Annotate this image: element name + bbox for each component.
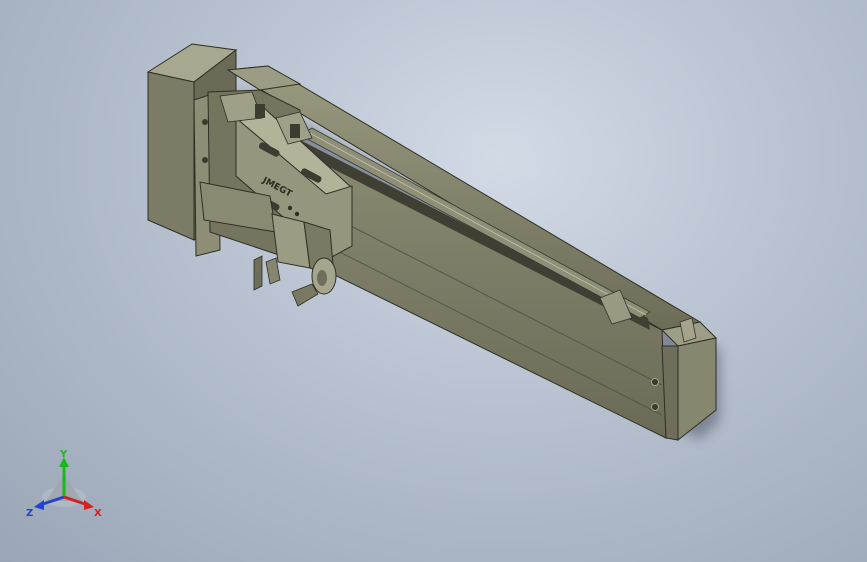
carriage-hole [287, 205, 293, 211]
z-axis-arrow [34, 500, 44, 510]
orientation-triad: Y X Z [26, 449, 102, 519]
x-axis-arrow [84, 500, 94, 510]
end-cap-screw [651, 378, 659, 386]
carriage-hole [294, 211, 300, 217]
y-axis-label: Y [59, 449, 68, 460]
end-cap-screw [651, 403, 659, 411]
lever [253, 255, 263, 291]
motor-housing-front [147, 71, 195, 241]
graphics-viewport[interactable]: JMEGT Y X Z [0, 0, 867, 562]
lever [291, 283, 319, 307]
linear-actuator-model[interactable]: JMEGT [0, 0, 867, 562]
x-axis-label: X [94, 508, 102, 519]
plate-screw [202, 157, 208, 163]
z-axis-label: Z [26, 508, 33, 519]
guide-block-slot [290, 124, 300, 138]
guide-block-slot [255, 104, 265, 118]
plate-screw [202, 119, 208, 125]
clamp-knob-inner [317, 270, 327, 286]
